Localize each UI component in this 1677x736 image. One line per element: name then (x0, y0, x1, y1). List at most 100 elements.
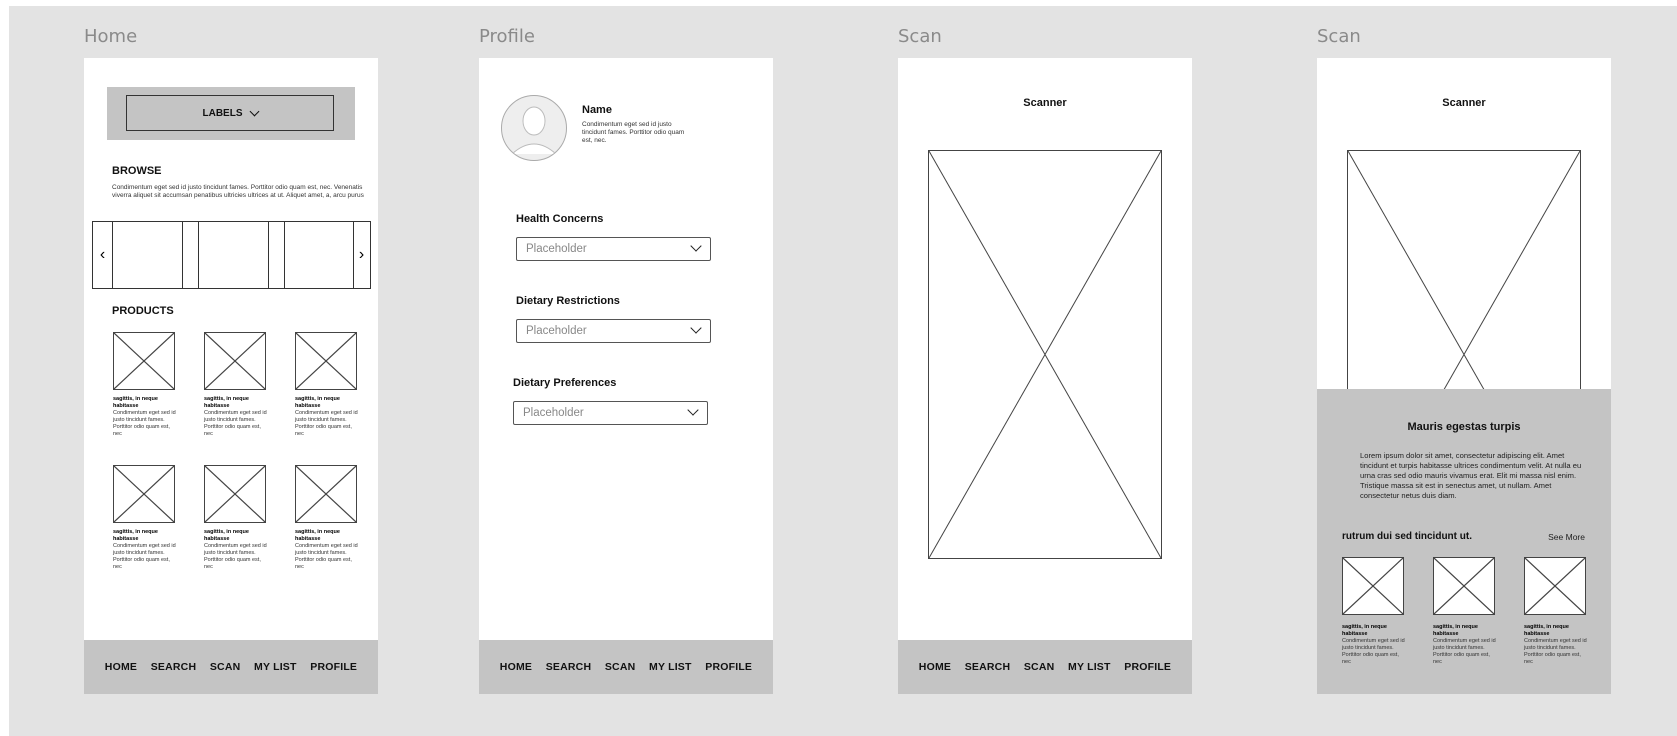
labels-dropdown-button[interactable]: LABELS (126, 95, 334, 131)
dietary-preferences-label: Dietary Preferences (513, 377, 617, 389)
product-caption[interactable]: sagittis, in neque habitasse Condimentum … (113, 396, 177, 438)
related-product-title: sagittis, in neque habitasse (1524, 624, 1569, 637)
nav-profile[interactable]: PROFILE (310, 661, 357, 673)
nav-scan[interactable]: SCAN (1024, 661, 1055, 673)
product-title: sagittis, in neque habitasse (204, 396, 249, 409)
product-text: Condimentum eget sed id justo tincidunt … (113, 543, 176, 570)
nav-profile[interactable]: PROFILE (705, 661, 752, 673)
scan-result-screen: Scanner Mauris egestas turpis Lorem ipsu… (1317, 58, 1611, 694)
dietary-restrictions-select[interactable]: Placeholder (516, 319, 711, 343)
browse-description: Condimentum eget sed id justo tincidunt … (112, 184, 364, 199)
dietary-preferences-placeholder: Placeholder (523, 407, 584, 419)
dietary-restrictions-label: Dietary Restrictions (516, 295, 620, 307)
product-caption[interactable]: sagittis, in neque habitasse Condimentum … (295, 529, 359, 571)
product-caption[interactable]: sagittis, in neque habitasse Condimentum … (204, 529, 268, 571)
avatar[interactable] (501, 95, 567, 161)
chevron-down-icon (249, 106, 259, 117)
product-text: Condimentum eget sed id justo tincidunt … (113, 410, 176, 437)
nav-my-list[interactable]: MY LIST (649, 661, 692, 673)
browse-carousel: ‹ › (92, 221, 371, 289)
product-text: Condimentum eget sed id justo tincidunt … (204, 410, 267, 437)
related-product-image[interactable] (1342, 557, 1404, 615)
nav-search[interactable]: SEARCH (546, 661, 592, 673)
product-title: sagittis, in neque habitasse (204, 529, 249, 542)
product-text: Condimentum eget sed id justo tincidunt … (295, 543, 358, 570)
home-screen: LABELS BROWSE Condimentum eget sed id ju… (84, 58, 378, 694)
carousel-next-button[interactable]: › (353, 222, 370, 288)
product-title: sagittis, in neque habitasse (113, 396, 158, 409)
user-silhouette-icon (511, 106, 557, 155)
product-text: Condimentum eget sed id justo tincidunt … (295, 410, 358, 437)
product-title: sagittis, in neque habitasse (295, 396, 340, 409)
carousel-slide[interactable] (284, 222, 354, 288)
result-bottom-sheet[interactable]: Mauris egestas turpis Lorem ipsum dolor … (1317, 389, 1611, 694)
carousel-slide[interactable] (112, 222, 183, 288)
nav-scan[interactable]: SCAN (605, 661, 636, 673)
related-heading: rutrum dui sed tincidunt ut. (1342, 531, 1472, 542)
nav-my-list[interactable]: MY LIST (254, 661, 297, 673)
nav-profile[interactable]: PROFILE (1124, 661, 1171, 673)
profile-name: Name (582, 104, 612, 116)
scanner-title: Scanner (1442, 97, 1486, 109)
product-image-placeholder[interactable] (204, 465, 266, 523)
nav-home[interactable]: HOME (105, 661, 137, 673)
product-image-placeholder[interactable] (204, 332, 266, 390)
chevron-down-icon (690, 240, 702, 252)
nav-scan[interactable]: SCAN (210, 661, 241, 673)
nav-search[interactable]: SEARCH (151, 661, 197, 673)
product-title: sagittis, in neque habitasse (113, 529, 158, 542)
profile-screen: Name Condimentum eget sed id justo tinci… (479, 58, 773, 694)
bottom-nav: HOME SEARCH SCAN MY LIST PROFILE (84, 640, 378, 694)
nav-my-list[interactable]: MY LIST (1068, 661, 1111, 673)
product-title: sagittis, in neque habitasse (295, 529, 340, 542)
related-product-text: Condimentum eget sed id justo tincidunt … (1433, 638, 1496, 665)
related-product-title: sagittis, in neque habitasse (1342, 624, 1387, 637)
bottom-nav: HOME SEARCH SCAN MY LIST PROFILE (898, 640, 1192, 694)
nav-search[interactable]: SEARCH (965, 661, 1011, 673)
product-image-placeholder[interactable] (295, 332, 357, 390)
nav-home[interactable]: HOME (500, 661, 532, 673)
product-image-placeholder[interactable] (295, 465, 357, 523)
product-image-placeholder[interactable] (113, 332, 175, 390)
health-concerns-placeholder: Placeholder (526, 243, 587, 255)
result-description: Lorem ipsum dolor sit amet, consectetur … (1360, 451, 1582, 500)
related-product-caption[interactable]: sagittis, in neque habitasse Condimentum … (1524, 624, 1588, 666)
frame-title-scan-result: Scan (1317, 26, 1361, 47)
result-title: Mauris egestas turpis (1407, 421, 1521, 433)
product-caption[interactable]: sagittis, in neque habitasse Condimentum … (295, 396, 359, 438)
related-product-text: Condimentum eget sed id justo tincidunt … (1524, 638, 1587, 665)
related-product-caption[interactable]: sagittis, in neque habitasse Condimentum … (1342, 624, 1406, 666)
dietary-preferences-select[interactable]: Placeholder (513, 401, 708, 425)
product-text: Condimentum eget sed id justo tincidunt … (204, 543, 267, 570)
labels-banner: LABELS (107, 87, 355, 140)
carousel-divider (182, 222, 199, 288)
chevron-down-icon (687, 404, 699, 416)
health-concerns-label: Health Concerns (516, 213, 604, 225)
scanner-title: Scanner (1023, 97, 1067, 109)
carousel-divider (268, 222, 285, 288)
product-caption[interactable]: sagittis, in neque habitasse Condimentum … (204, 396, 268, 438)
product-caption[interactable]: sagittis, in neque habitasse Condimentum … (113, 529, 177, 571)
related-product-title: sagittis, in neque habitasse (1433, 624, 1478, 637)
carousel-prev-button[interactable]: ‹ (93, 222, 113, 288)
see-more-link[interactable]: See More (1548, 532, 1585, 542)
products-heading: PRODUCTS (112, 305, 174, 317)
related-product-image[interactable] (1524, 557, 1586, 615)
frame-title-scan: Scan (898, 26, 942, 47)
health-concerns-select[interactable]: Placeholder (516, 237, 711, 261)
camera-viewfinder[interactable] (928, 150, 1162, 559)
related-product-text: Condimentum eget sed id justo tincidunt … (1342, 638, 1405, 665)
labels-button-label: LABELS (202, 107, 243, 119)
dietary-restrictions-placeholder: Placeholder (526, 325, 587, 337)
related-product-caption[interactable]: sagittis, in neque habitasse Condimentum … (1433, 624, 1497, 666)
frame-title-profile: Profile (479, 26, 535, 47)
frame-title-home: Home (84, 26, 138, 47)
related-product-image[interactable] (1433, 557, 1495, 615)
chevron-down-icon (690, 322, 702, 334)
design-canvas: Home Profile Scan Scan LABELS BROWSE Con… (9, 6, 1677, 736)
product-image-placeholder[interactable] (113, 465, 175, 523)
nav-home[interactable]: HOME (919, 661, 951, 673)
scan-screen: Scanner HOME SEARCH SCAN MY LIST PROFILE (898, 58, 1192, 694)
profile-bio: Condimentum eget sed id justo tincidunt … (582, 121, 685, 144)
carousel-slide[interactable] (198, 222, 269, 288)
